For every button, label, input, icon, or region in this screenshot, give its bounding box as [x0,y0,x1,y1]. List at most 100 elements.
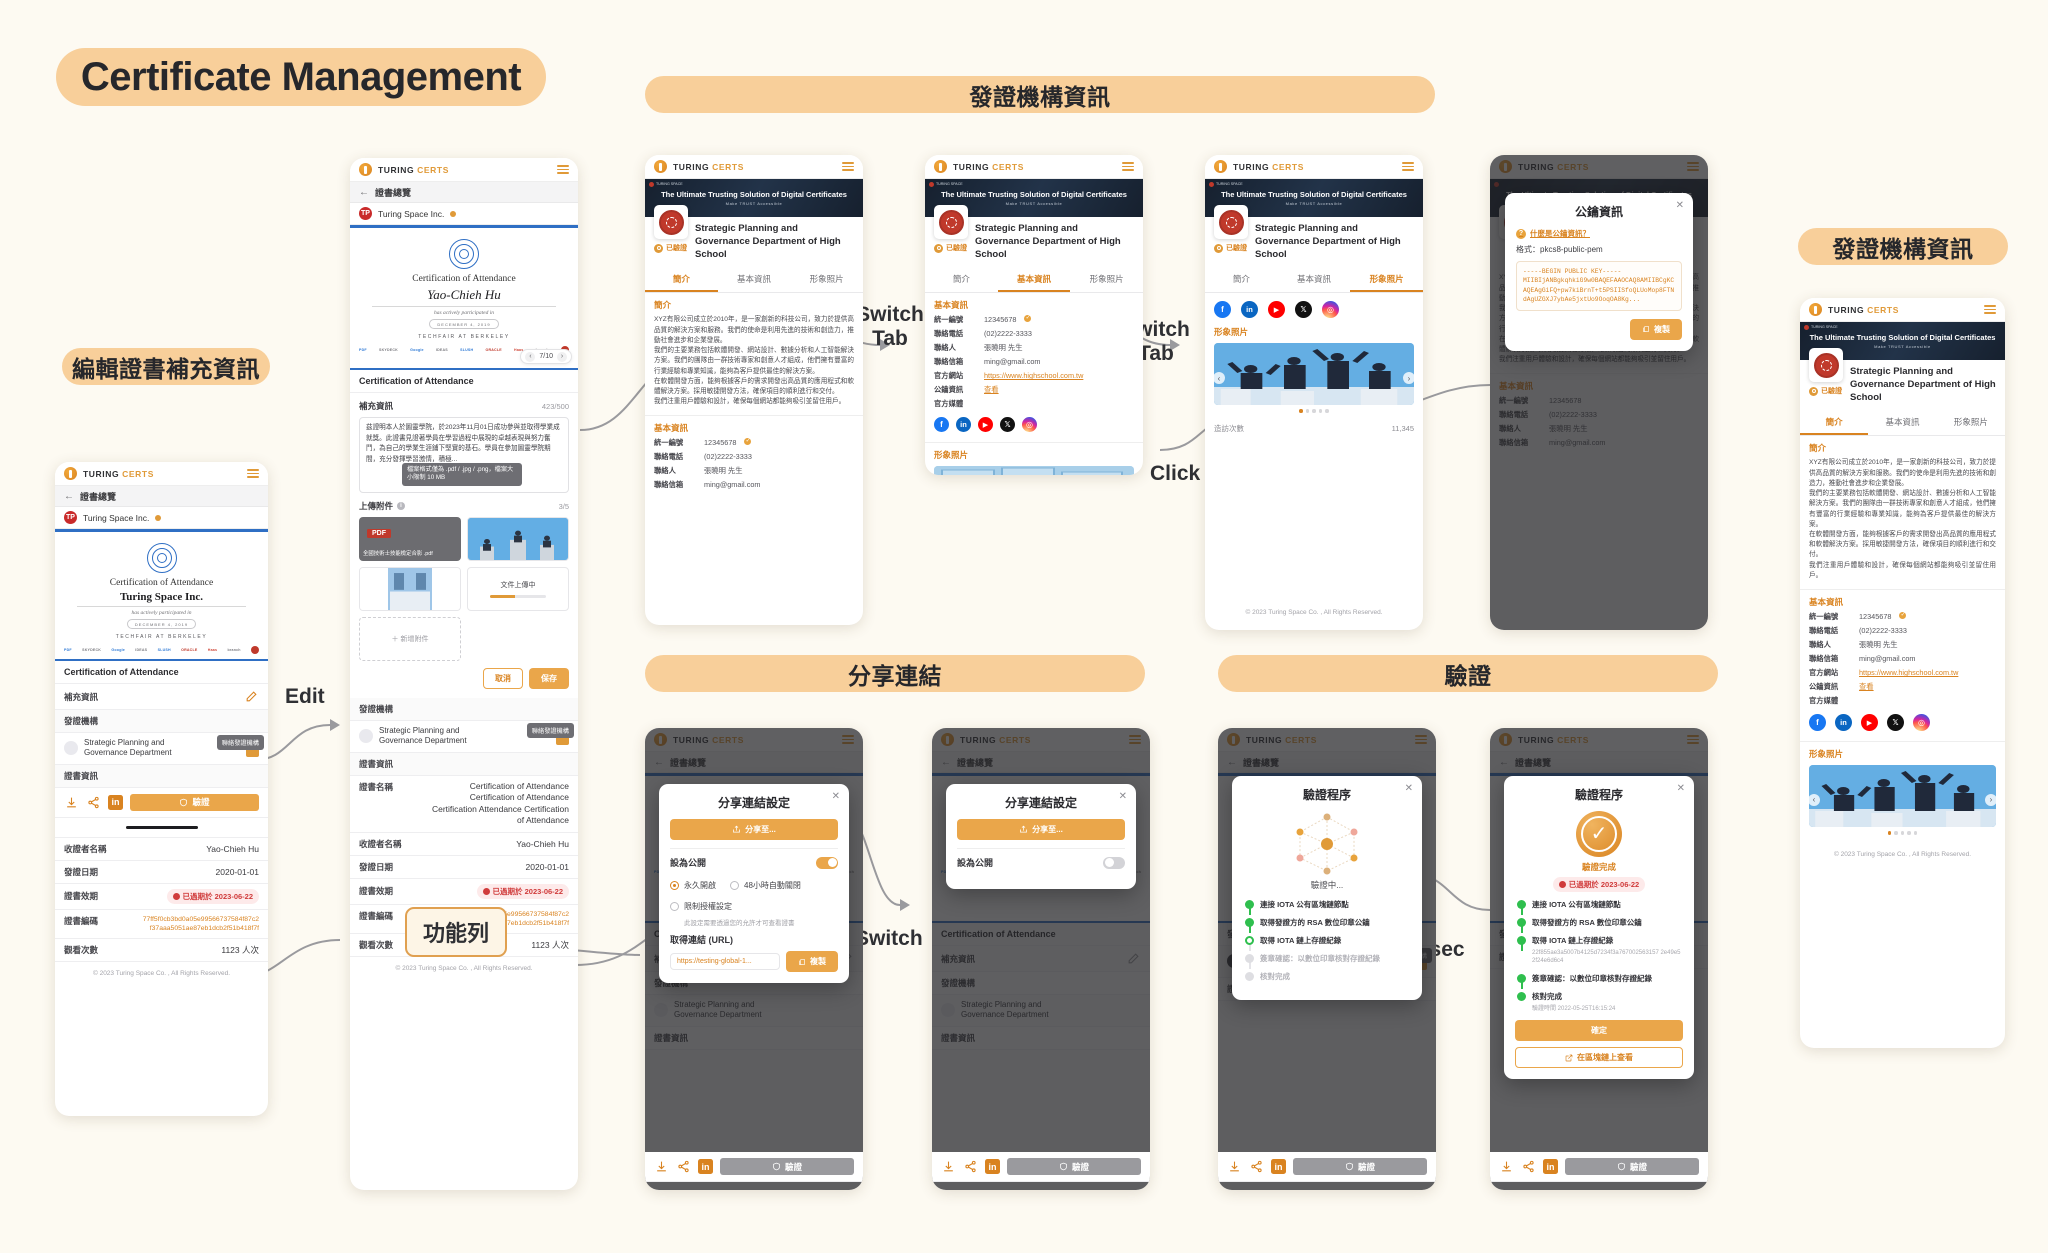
copy-button[interactable]: 複製 [1630,318,1682,340]
tab-basic[interactable]: 基本資訊 [1868,410,1936,435]
verify-button[interactable]: 驗證 [720,1158,854,1175]
pager-next-icon[interactable]: › [557,351,567,362]
download-icon[interactable] [1499,1159,1514,1174]
verify-button[interactable]: 驗證 [130,793,259,811]
linkedin-icon[interactable]: in [1241,301,1258,319]
radio-permanent[interactable]: 永久開啟 [670,880,716,891]
pubkey-view-link[interactable]: 查看 [1859,682,1874,692]
youtube-icon[interactable]: ▶ [1861,714,1878,732]
menu-icon[interactable] [1984,305,1996,314]
field-value-link[interactable]: https://www.highschool.com.tw [984,371,1083,381]
radio-restricted[interactable]: 限制授權設定 [670,901,838,912]
attachment-pdf[interactable]: PDF 全國技術士技能檢定合影 .pdf [359,517,461,561]
save-button[interactable]: 保存 [529,668,569,689]
download-icon[interactable] [64,795,79,810]
field-value-link[interactable]: https://www.highschool.com.tw [1859,668,1958,678]
linkedin-icon[interactable]: in [1271,1159,1286,1174]
back-arrow-icon[interactable]: ← [359,187,369,198]
share-icon[interactable] [86,795,101,810]
step-bullet-icon [1245,954,1254,963]
close-icon[interactable]: ✕ [1119,791,1127,802]
facebook-icon[interactable]: f [1809,714,1826,732]
share-icon[interactable] [1249,1159,1264,1174]
edit-pencil-icon[interactable] [244,689,259,704]
tab-photos[interactable]: 形象照片 [1937,410,2005,435]
gallery-prev-icon[interactable]: ‹ [1808,793,1820,806]
verify-button[interactable]: 驗證 [1293,1158,1427,1175]
facebook-icon[interactable]: f [934,417,949,433]
tab-photos[interactable]: 形象照片 [1350,267,1423,293]
tab-basic[interactable]: 基本資訊 [718,267,791,292]
public-toggle[interactable] [816,856,838,869]
verify-button[interactable]: 驗證 [1007,1158,1141,1175]
share-icon[interactable] [676,1159,691,1174]
copy-button[interactable]: 複製 [786,951,838,972]
tab-intro[interactable]: 簡介 [645,267,718,293]
instagram-icon[interactable]: ◎ [1913,714,1930,732]
info-icon[interactable]: i [397,502,406,510]
public-toggle[interactable] [1103,856,1125,869]
tab-photos[interactable]: 形象照片 [790,267,863,292]
menu-icon[interactable] [1402,162,1414,171]
confirm-button[interactable]: 確定 [1515,1020,1683,1042]
attachment-image[interactable] [359,567,461,611]
tab-basic[interactable]: 基本資訊 [997,267,1071,293]
x-icon[interactable]: 𝕏 [1000,417,1015,433]
tab-intro[interactable]: 簡介 [1800,410,1869,436]
linkedin-icon[interactable]: in [1835,714,1852,732]
close-icon[interactable]: ✕ [1677,783,1685,794]
app-topbar: TURING CERTS [1800,298,2005,322]
download-icon[interactable] [941,1159,956,1174]
field-value-hash[interactable]: 77ff5f0cb3bd0a05e99566737584f87c2f37aaa5… [141,915,259,933]
linkedin-icon[interactable]: in [108,794,123,810]
tab-intro[interactable]: 簡介 [925,267,998,292]
menu-icon[interactable] [1122,162,1134,171]
download-icon[interactable] [1227,1159,1242,1174]
pubkey-view-link[interactable]: 查看 [984,385,999,395]
verify-button[interactable]: 驗證 [1565,1158,1699,1175]
close-icon[interactable]: ✕ [1676,200,1684,211]
linkedin-icon[interactable]: in [698,1159,713,1174]
share-icon[interactable] [963,1159,978,1174]
x-icon[interactable]: 𝕏 [1887,714,1904,732]
instagram-icon[interactable]: ◎ [1322,301,1339,319]
youtube-icon[interactable]: ▶ [978,417,993,433]
add-attachment-button[interactable]: ＋ 新增附件 [359,617,461,661]
instagram-icon[interactable]: ◎ [1022,417,1037,433]
gallery-next-icon[interactable]: › [1985,793,1997,806]
cancel-button[interactable]: 取消 [483,668,523,689]
share-icon[interactable] [1521,1159,1536,1174]
share-to-button[interactable]: 分享至... [670,819,838,840]
gallery-next-icon[interactable]: › [1403,372,1415,385]
url-label: 取得連結 (URL) [670,935,733,945]
close-icon[interactable]: ✕ [832,791,840,802]
status-badge: 已過期於 2023-06-22 [1552,877,1646,892]
back-row[interactable]: ← 證書總覽 [350,182,578,203]
attachment-image[interactable] [467,517,569,561]
tab-intro[interactable]: 簡介 [1205,267,1278,292]
back-row[interactable]: ← 證書總覽 [55,486,268,507]
facebook-icon[interactable]: f [1214,301,1231,319]
radio-48h[interactable]: 48小時自動關閉 [730,880,801,891]
tab-basic[interactable]: 基本資訊 [1278,267,1351,292]
gallery-prev-icon[interactable]: ‹ [1213,372,1225,385]
view-on-chain-button[interactable]: 在區塊鏈上查看 [1515,1047,1683,1069]
pubkey-help-link[interactable]: ? 什麼是公鑰資訊？ [1516,228,1682,239]
back-arrow-icon[interactable]: ← [64,491,74,502]
tab-photos[interactable]: 形象照片 [1070,267,1143,292]
certificate-pager[interactable]: ‹ 7/10 › [520,349,572,364]
pager-prev-icon[interactable]: ‹ [525,351,536,362]
menu-icon[interactable] [247,469,259,478]
linkedin-icon[interactable]: in [1543,1159,1558,1174]
youtube-icon[interactable]: ▶ [1268,301,1285,319]
linkedin-icon[interactable]: in [956,417,971,433]
share-url-input[interactable]: https://testing-global-1... [670,953,780,970]
menu-icon[interactable] [842,162,854,171]
share-to-button[interactable]: 分享至... [957,819,1125,840]
supplement-textarea[interactable]: 茲證明本人於圖靈學院，於2023年11月01日成功參與並取得學業成就獎。此證書見… [359,417,569,493]
linkedin-icon[interactable]: in [985,1159,1000,1174]
close-icon[interactable]: ✕ [1405,783,1413,794]
x-icon[interactable]: 𝕏 [1295,301,1312,319]
download-icon[interactable] [654,1159,669,1174]
menu-icon[interactable] [557,165,569,174]
